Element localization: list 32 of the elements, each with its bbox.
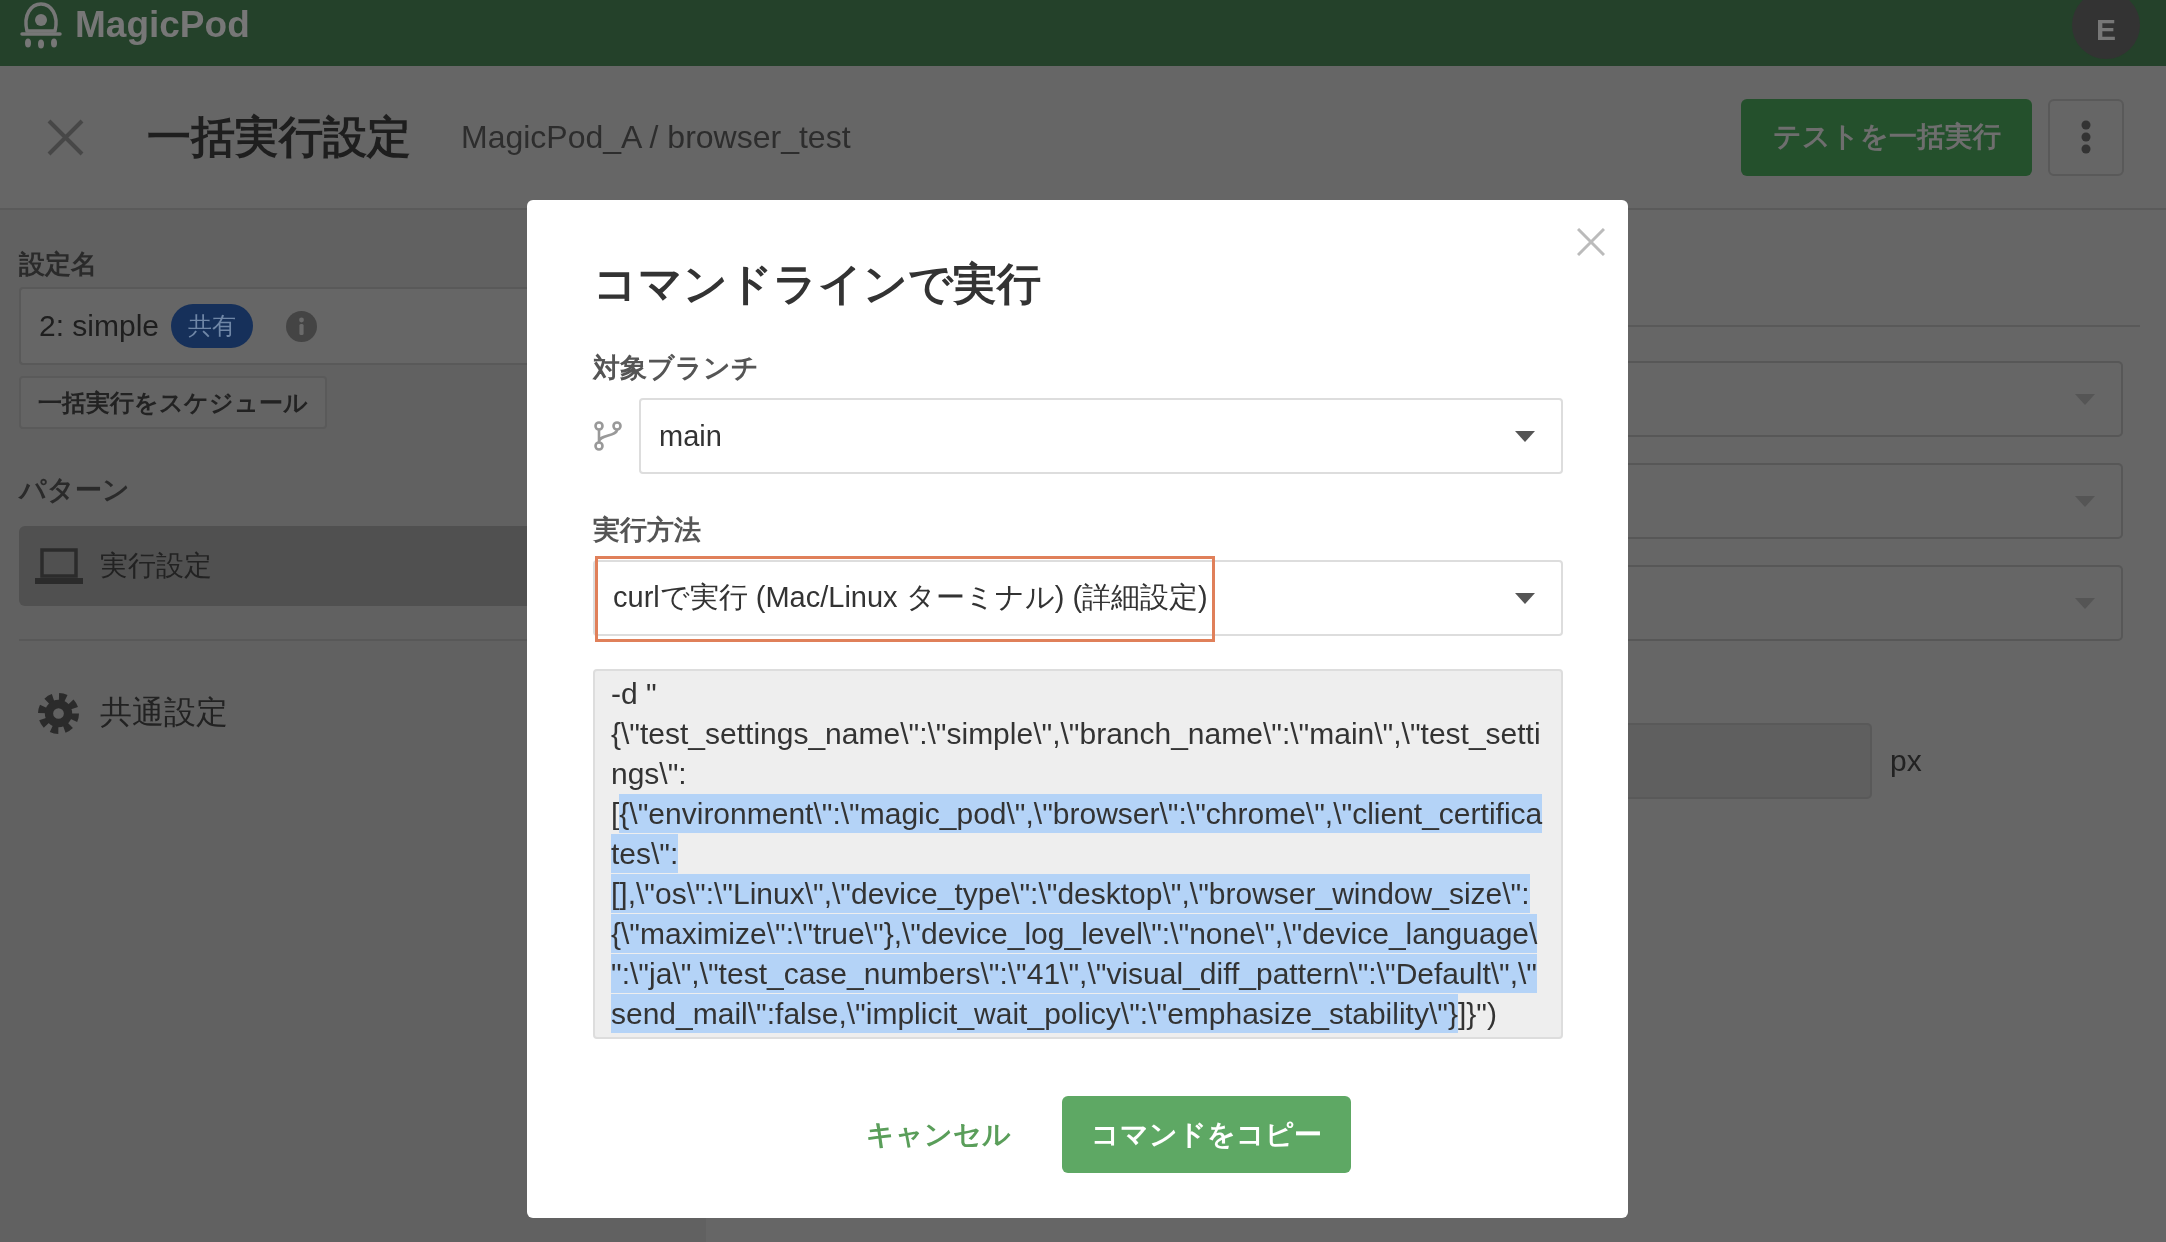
more-button[interactable]: [2048, 98, 2124, 176]
dropdown-field[interactable]: [1628, 361, 2123, 437]
method-label: 実行方法: [593, 516, 702, 544]
unit-label: px: [1890, 744, 1922, 778]
breadcrumb: MagicPod_A / browser_test: [461, 118, 851, 156]
logo-text: MagicPod: [75, 4, 250, 46]
settings-name-value: 2: simple: [39, 309, 160, 343]
laptop-icon: [35, 548, 83, 584]
more-icon: [2081, 120, 2091, 154]
branch-select[interactable]: main: [639, 398, 1563, 474]
avatar-button[interactable]: E: [2072, 0, 2140, 59]
run-all-tests-button[interactable]: テストを一括実行: [1741, 98, 2032, 176]
shared-badge: 共有: [171, 304, 254, 348]
branch-label: 対象ブランチ: [593, 354, 760, 382]
gear-icon[interactable]: [38, 692, 79, 734]
robot-logo-icon: [18, 1, 64, 49]
page-title: 一括実行設定: [147, 110, 411, 163]
caret-down-icon: [1515, 592, 1535, 604]
close-icon[interactable]: [47, 118, 84, 156]
branch-icon: [593, 421, 623, 451]
copy-command-button[interactable]: コマンドをコピー: [1062, 1096, 1351, 1173]
schedule-button[interactable]: 一括実行をスケジュール: [19, 376, 327, 429]
dropdown-field[interactable]: [1628, 565, 2123, 641]
caret-down-icon: [1515, 430, 1535, 442]
input-field[interactable]: [1628, 723, 1872, 799]
close-icon[interactable]: [1577, 228, 1605, 256]
command-code-block: -d "{\"test_settings_name\":\"simple\",\"branch_name\":\"main\",\"test_settings\":[{\"environment\":\"magic_pod\",\"browser\":\"chrome\",\"client_certificates\":[],\"os\":\"Linux\",\"device_type\":\"desktop\",\"browser_window_size\":{\"maximize\":\"true\"},\"device_log_level\":\"none\",\"device_language\":\"ja\",\"test_case_numbers\":\"41\",\"visual_diff_pattern\":\"Default\",\"send_mail\":false,\"implicit_wait_policy\":\"emphasize_stability\"}]}"): [593, 669, 1563, 1039]
cancel-button[interactable]: キャンセル: [841, 1096, 1036, 1173]
common-settings-link[interactable]: 共通設定: [100, 691, 228, 735]
dropdown-field[interactable]: [1628, 463, 2123, 539]
info-icon[interactable]: [286, 310, 318, 342]
dialog-title: コマンドラインで実行: [593, 262, 1042, 306]
